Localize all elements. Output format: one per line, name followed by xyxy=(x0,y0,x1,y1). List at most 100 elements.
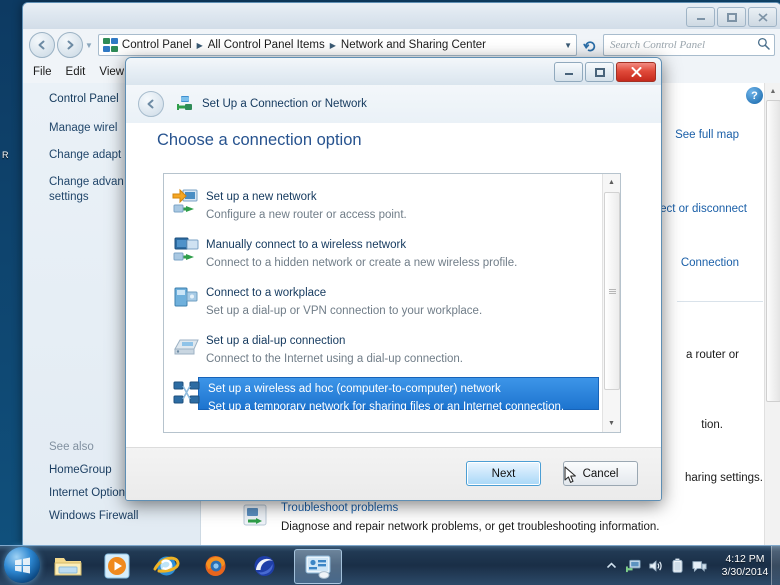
connection-options-list: Set up a new network Configure a new rou… xyxy=(163,173,621,433)
section-divider xyxy=(677,301,763,302)
taskbar-item-network-sharing-center[interactable] xyxy=(294,549,342,584)
wireless-network-icon xyxy=(172,235,202,265)
forward-arrow-icon[interactable] xyxy=(57,32,83,58)
back-arrow-icon[interactable] xyxy=(29,32,55,58)
show-desktop-button[interactable] xyxy=(771,546,780,585)
see-full-map-link[interactable]: See full map xyxy=(675,129,739,141)
control-panel-window-controls xyxy=(686,7,777,27)
dialog-content: Choose a connection option xyxy=(126,123,661,448)
search-input[interactable] xyxy=(603,34,775,56)
clock[interactable]: 4:12 PM 3/30/2014 xyxy=(714,553,776,579)
blue-swirl-icon xyxy=(251,553,278,579)
scrollbar-thumb[interactable] xyxy=(604,192,620,390)
list-item[interactable]: Connect to a workplace Set up a dial-up … xyxy=(164,279,603,327)
option-description: Set up a dial-up or VPN connection to yo… xyxy=(206,305,482,317)
desktop-background xyxy=(0,0,22,546)
network-sharing-icon xyxy=(103,38,118,52)
scroll-down-icon[interactable]: ▼ xyxy=(603,415,620,432)
dialup-modem-icon xyxy=(172,331,202,361)
option-title: Set up a dial-up connection xyxy=(206,335,345,347)
dialog-titlebar xyxy=(126,58,661,85)
see-also-item-windows-firewall[interactable]: Windows Firewall xyxy=(49,510,138,522)
taskbar: 4:12 PM 3/30/2014 xyxy=(0,545,780,585)
breadcrumb-item-all-items[interactable]: All Control Panel Items xyxy=(208,39,325,51)
internet-explorer-icon xyxy=(153,553,180,579)
option-description: Connect to the Internet using a dial-up … xyxy=(206,353,463,365)
clock-date: 3/30/2014 xyxy=(722,566,769,578)
folder-icon xyxy=(54,554,82,578)
breadcrumb-item-control-panel[interactable]: Control Panel xyxy=(122,39,192,51)
dialog-header: Set Up a Connection or Network xyxy=(126,85,661,123)
media-player-icon xyxy=(104,553,130,579)
taskbar-item-firefox[interactable] xyxy=(195,549,235,582)
scroll-up-icon[interactable]: ▲ xyxy=(603,174,620,191)
list-item-selected[interactable]: Set up a wireless ad hoc (computer-to-co… xyxy=(164,375,603,423)
next-button[interactable]: Next xyxy=(466,461,541,486)
breadcrumb[interactable]: Control Panel ▶ All Control Panel Items … xyxy=(98,34,577,56)
workplace-icon xyxy=(172,283,202,313)
dialog-footer: Next Cancel xyxy=(126,447,661,500)
menu-item-view[interactable]: View xyxy=(99,66,124,78)
menu-item-file[interactable]: File xyxy=(33,66,52,78)
dialog-window-controls xyxy=(554,62,656,82)
troubleshoot-icon xyxy=(243,504,267,526)
option-title: Manually connect to a wireless network xyxy=(206,239,406,251)
option-description: Connect to a hidden network or create a … xyxy=(206,257,517,269)
router-fragment: a router or xyxy=(686,349,739,361)
battery-icon[interactable] xyxy=(670,558,685,573)
main-scrollbar[interactable]: ▲ xyxy=(764,83,780,547)
troubleshoot-title[interactable]: Troubleshoot problems xyxy=(281,502,398,514)
troubleshoot-description: Diagnose and repair network problems, or… xyxy=(281,521,659,533)
scrollbar-grip-icon xyxy=(609,288,616,295)
search-icon xyxy=(757,37,770,53)
recent-pages-chevron-down-icon[interactable]: ▼ xyxy=(85,41,93,50)
connect-disconnect-fragment[interactable]: ect or disconnect xyxy=(660,203,747,215)
chevron-up-icon[interactable] xyxy=(604,558,619,573)
sharing-settings-fragment: haring settings. xyxy=(685,472,763,484)
taskbar-item-windows-explorer[interactable] xyxy=(48,549,88,582)
taskbar-item-media-player[interactable] xyxy=(97,549,137,582)
scrollbar-thumb[interactable] xyxy=(766,100,780,402)
taskbar-item-shell-app[interactable] xyxy=(244,549,284,582)
dialog-heading: Choose a connection option xyxy=(157,131,362,150)
action-center-icon[interactable] xyxy=(692,558,707,573)
option-description: Set up a temporary network for sharing f… xyxy=(208,401,564,413)
connection-fragment[interactable]: Connection xyxy=(681,257,739,269)
close-icon[interactable] xyxy=(748,7,777,27)
options-scroll-area: Set up a new network Configure a new rou… xyxy=(164,174,603,432)
options-scrollbar[interactable]: ▲ ▼ xyxy=(602,174,620,432)
option-title: Set up a wireless ad hoc (computer-to-co… xyxy=(208,383,501,395)
help-icon[interactable]: ? xyxy=(746,87,763,104)
system-tray: 4:12 PM 3/30/2014 xyxy=(596,546,776,585)
dialog-close-icon[interactable] xyxy=(616,62,656,82)
dialog-back-arrow-icon[interactable] xyxy=(138,91,164,117)
control-panel-titlebar xyxy=(23,3,780,29)
breadcrumb-separator: ▶ xyxy=(197,41,203,50)
breadcrumb-item-network-sharing[interactable]: Network and Sharing Center xyxy=(341,39,486,51)
menu-item-edit[interactable]: Edit xyxy=(66,66,86,78)
scroll-up-icon[interactable]: ▲ xyxy=(765,83,780,99)
start-orb-icon[interactable] xyxy=(4,547,40,583)
breadcrumb-chevron-down-icon[interactable]: ▼ xyxy=(558,41,572,50)
maximize-icon[interactable] xyxy=(717,7,746,27)
list-item[interactable]: Set up a dial-up connection Connect to t… xyxy=(164,327,603,375)
screen: R ▼ xyxy=(0,0,780,585)
list-item[interactable]: Set up a new network Configure a new rou… xyxy=(164,183,603,231)
new-network-icon xyxy=(172,187,202,217)
refresh-icon[interactable] xyxy=(580,35,600,55)
list-item[interactable]: Manually connect to a wireless network C… xyxy=(164,231,603,279)
dialog-maximize-icon[interactable] xyxy=(585,62,614,82)
firefox-icon xyxy=(202,553,229,579)
network-sharing-icon xyxy=(303,554,333,580)
tion-fragment: tion. xyxy=(701,419,723,431)
taskbar-item-internet-explorer[interactable] xyxy=(146,549,186,582)
dialog-minimize-icon[interactable] xyxy=(554,62,583,82)
volume-icon[interactable] xyxy=(648,558,663,573)
search-field[interactable] xyxy=(608,38,757,52)
set-up-connection-dialog: Set Up a Connection or Network Choose a … xyxy=(125,57,662,501)
minimize-icon[interactable] xyxy=(686,7,715,27)
network-sharing-icon xyxy=(176,96,194,112)
network-icon[interactable] xyxy=(626,558,641,573)
option-title: Connect to a workplace xyxy=(206,287,326,299)
adhoc-network-icon xyxy=(172,379,202,409)
